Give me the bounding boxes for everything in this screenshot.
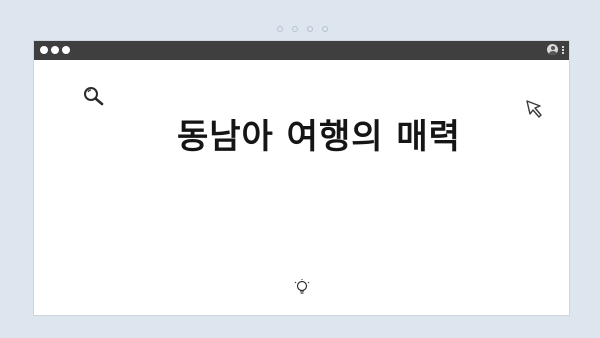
- browser-titlebar: [34, 41, 569, 60]
- kebab-menu-icon[interactable]: [562, 45, 564, 54]
- browser-window: 동남아 여행의 매력: [33, 40, 570, 316]
- page-dot: [322, 26, 328, 32]
- page-background: 동남아 여행의 매력: [0, 0, 600, 338]
- window-controls: [40, 46, 70, 54]
- page-dot: [307, 26, 313, 32]
- page-dot: [277, 26, 283, 32]
- page-dot: [292, 26, 298, 32]
- page-indicator-dots: [277, 26, 328, 32]
- window-dot-maximize[interactable]: [62, 46, 70, 54]
- user-icon[interactable]: [547, 44, 558, 55]
- window-dot-close[interactable]: [40, 46, 48, 54]
- titlebar-actions: [547, 44, 564, 55]
- search-icon: [84, 87, 104, 106]
- cursor-icon: [526, 100, 542, 118]
- lightbulb-icon: [294, 279, 310, 294]
- window-dot-minimize[interactable]: [51, 46, 59, 54]
- page-title: 동남아 여행의 매력: [177, 117, 461, 157]
